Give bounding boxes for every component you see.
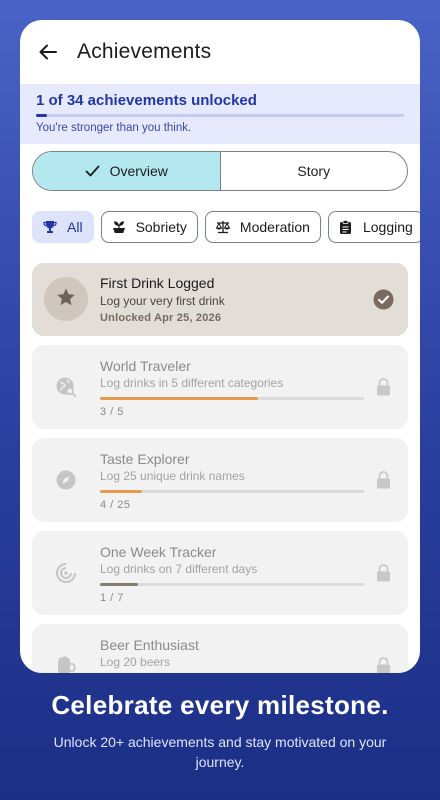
app-bar: Achievements bbox=[20, 20, 420, 84]
progress-subtitle: You're stronger than you think. bbox=[36, 122, 192, 134]
achievement-progress-text: 4 / 25 bbox=[100, 499, 131, 511]
scale-icon bbox=[214, 218, 232, 236]
tab-story[interactable]: Story bbox=[221, 152, 408, 190]
achievement-progress-fill bbox=[100, 583, 138, 586]
filter-chip-label: Moderation bbox=[239, 219, 310, 235]
achievement-title: Taste Explorer bbox=[100, 451, 190, 467]
lock-icon bbox=[372, 376, 394, 398]
achievement-progress-track bbox=[100, 583, 364, 586]
achievement-unlocked-date: Unlocked Apr 25, 2026 bbox=[100, 312, 222, 324]
lock-icon bbox=[372, 562, 394, 584]
achievement-description: Log drinks in 5 different categories bbox=[100, 376, 284, 390]
achievement-progress-text: 3 / 5 bbox=[100, 406, 124, 418]
achievement-progress-track bbox=[100, 397, 364, 400]
achievement-badge bbox=[44, 277, 88, 321]
achievement-title: One Week Tracker bbox=[100, 544, 217, 560]
filter-chip-label: All bbox=[67, 219, 83, 235]
filter-chips: All Sobriety Moderation Logging bbox=[32, 211, 420, 243]
filter-chip-label: Sobriety bbox=[135, 219, 187, 235]
progress-fill bbox=[36, 114, 47, 117]
page-title: Achievements bbox=[77, 40, 212, 63]
check-circle-icon bbox=[372, 288, 394, 310]
tab-overview-label: Overview bbox=[109, 163, 168, 179]
globe-search-icon bbox=[54, 375, 78, 399]
progress-banner: 1 of 34 achievements unlocked You're str… bbox=[20, 84, 420, 144]
promo-subtext: Unlock 20+ achievements and stay motivat… bbox=[53, 734, 387, 770]
trophy-icon bbox=[41, 218, 59, 236]
filter-chip-logging[interactable]: Logging bbox=[327, 211, 420, 243]
achievement-progress-track bbox=[100, 490, 364, 493]
tab-overview[interactable]: Overview bbox=[33, 152, 221, 190]
achievement-description: Log 20 beers bbox=[100, 655, 171, 669]
beer-mug-icon bbox=[54, 654, 78, 673]
sprout-icon bbox=[110, 218, 128, 236]
filter-chip-all[interactable]: All bbox=[32, 211, 94, 243]
check-icon bbox=[85, 165, 100, 177]
lock-icon bbox=[372, 655, 394, 673]
filter-chip-label: Logging bbox=[362, 219, 413, 235]
achievement-card-first-drink-logged[interactable]: First Drink Logged Log your very first d… bbox=[32, 263, 408, 336]
achievement-progress-fill bbox=[100, 397, 259, 400]
achievement-progress-text: 1 / 7 bbox=[100, 592, 124, 604]
achievement-card-beer-enthusiast[interactable]: Beer Enthusiast Log 20 beers bbox=[32, 624, 408, 673]
star-icon bbox=[56, 287, 76, 312]
achievement-title: World Traveler bbox=[100, 358, 191, 374]
filter-chip-sobriety[interactable]: Sobriety bbox=[100, 211, 198, 243]
compass-icon bbox=[54, 468, 78, 492]
progress-track bbox=[36, 114, 404, 117]
clipboard-icon bbox=[337, 218, 355, 236]
progress-title: 1 of 34 achievements unlocked bbox=[36, 92, 257, 109]
achievement-card-one-week-tracker[interactable]: One Week Tracker Log drinks on 7 differe… bbox=[32, 531, 408, 615]
achievement-card-world-traveler[interactable]: World Traveler Log drinks in 5 different… bbox=[32, 345, 408, 429]
achievement-list: First Drink Logged Log your very first d… bbox=[32, 263, 408, 673]
lock-icon bbox=[372, 469, 394, 491]
view-toggle: Overview Story bbox=[32, 151, 408, 191]
filter-chip-moderation[interactable]: Moderation bbox=[204, 211, 321, 243]
achievement-title: First Drink Logged bbox=[100, 275, 215, 291]
radar-icon bbox=[54, 561, 78, 585]
phone-screen: Achievements 1 of 34 achievements unlock… bbox=[20, 20, 420, 673]
tab-story-label: Story bbox=[297, 163, 331, 179]
achievement-description: Log your very first drink bbox=[100, 294, 225, 308]
achievement-description: Log drinks on 7 different days bbox=[100, 562, 258, 576]
achievement-card-taste-explorer[interactable]: Taste Explorer Log 25 unique drink names… bbox=[32, 438, 408, 522]
achievement-description: Log 25 unique drink names bbox=[100, 469, 245, 483]
arrow-left-icon[interactable] bbox=[36, 40, 60, 64]
achievement-progress-fill bbox=[100, 490, 143, 493]
promo-headline: Celebrate every milestone. bbox=[51, 690, 389, 720]
achievement-title: Beer Enthusiast bbox=[100, 637, 199, 653]
